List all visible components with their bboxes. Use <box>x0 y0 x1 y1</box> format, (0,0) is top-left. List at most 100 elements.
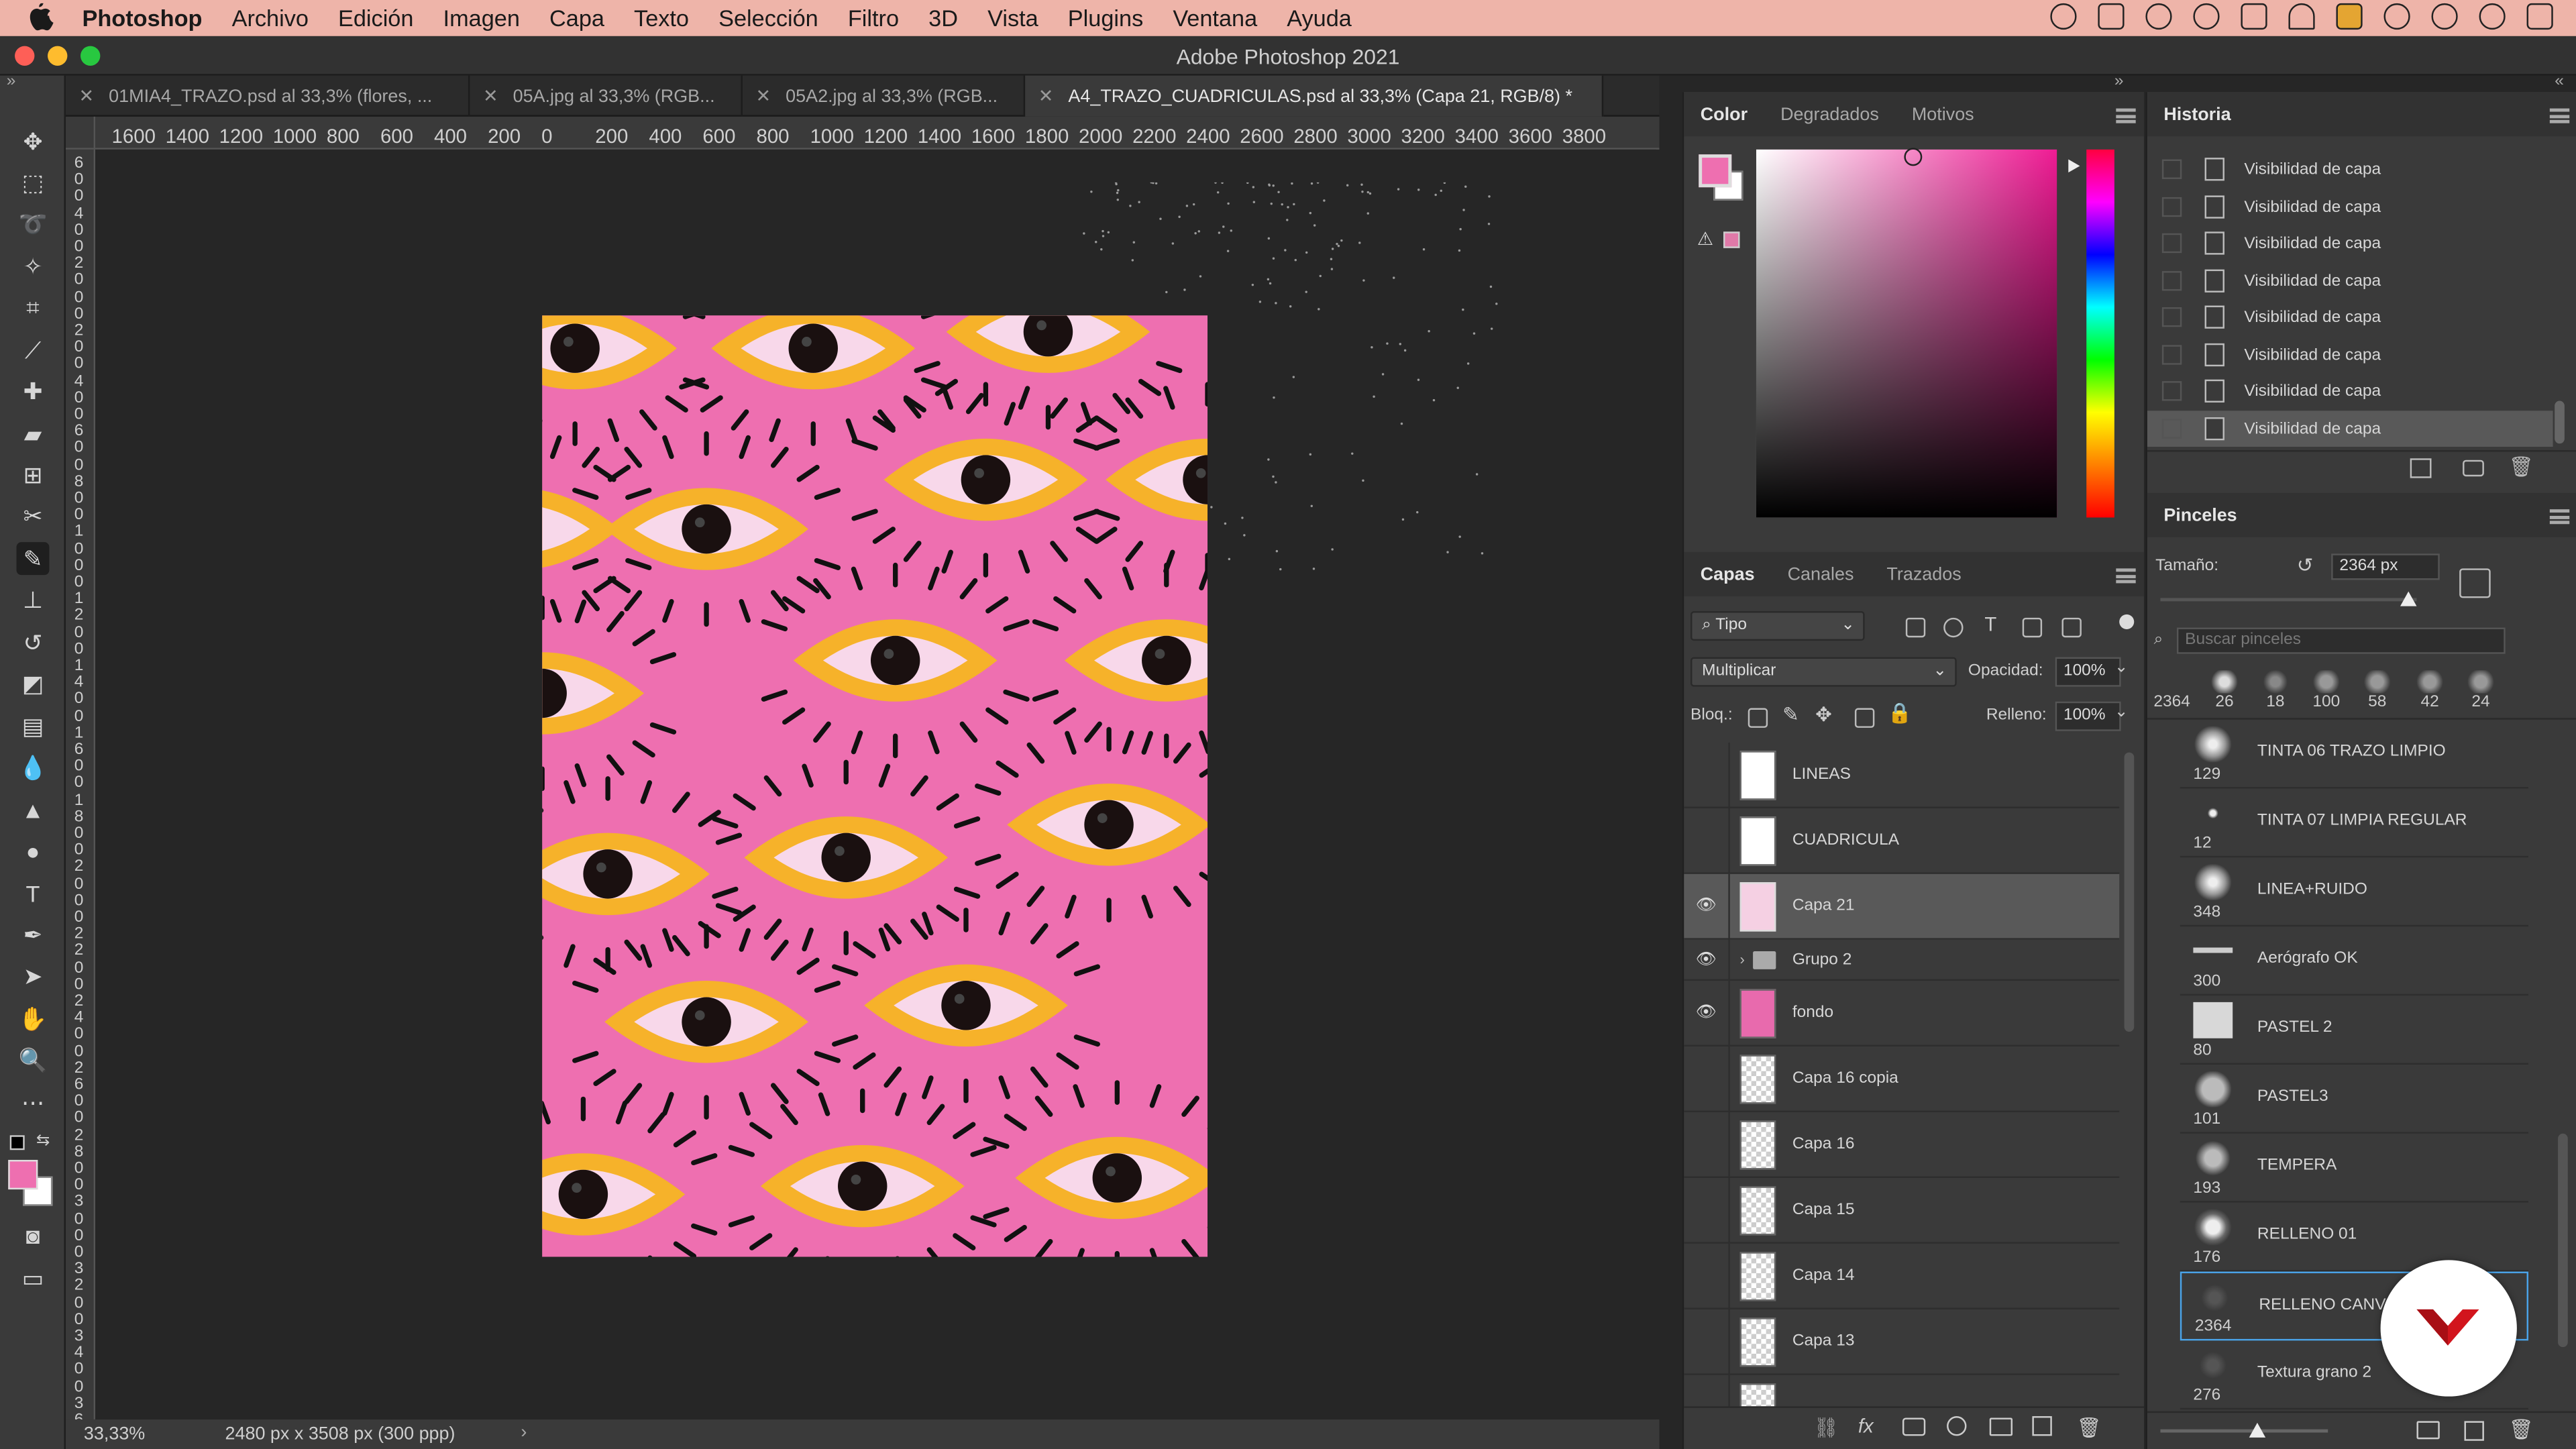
brush-row[interactable]: 129 TINTA 06 TRAZO LIMPIO <box>2180 720 2529 789</box>
lock-pixels-icon[interactable]: ✎ <box>1782 703 1799 726</box>
brush-size-input[interactable]: 2364 px <box>2331 553 2440 580</box>
add-mask-icon[interactable] <box>1902 1417 1926 1436</box>
brush-alt-tool-icon[interactable]: ▰ <box>16 417 49 450</box>
tab-pinceles[interactable]: Pinceles <box>2147 505 2253 525</box>
foreground-color-swatch[interactable] <box>8 1159 38 1190</box>
eraser-tool-icon[interactable]: ◩ <box>16 667 49 700</box>
brush-size-slider-handle[interactable] <box>2400 591 2417 606</box>
canvas-area[interactable] <box>95 149 1656 1419</box>
layer-row-fondo[interactable]: 👁 fondo <box>1684 979 2120 1047</box>
tab-05a[interactable]: ✕ 05A.jpg al 33,3% (RGB... <box>470 75 743 117</box>
menu-edicion[interactable]: Edición <box>338 5 413 31</box>
flag-icon[interactable] <box>2336 3 2363 30</box>
history-source-checkbox[interactable] <box>2161 233 2182 254</box>
path-selection-tool-icon[interactable]: ➤ <box>16 959 49 992</box>
brush-search-input[interactable]: Buscar pinceles <box>2176 627 2506 654</box>
layer-visibility-toggle[interactable] <box>1684 1177 1730 1243</box>
history-source-checkbox[interactable] <box>2161 271 2182 291</box>
history-item[interactable]: Visibilidad de capa <box>2147 373 2553 409</box>
history-item[interactable]: Visibilidad de capa <box>2147 337 2553 373</box>
apple-icon[interactable] <box>30 2 59 33</box>
menu-seleccion[interactable]: Selección <box>718 5 818 31</box>
stamp-tool-icon[interactable]: ⊥ <box>16 583 49 616</box>
layer-row-grupo-2[interactable]: 👁 › Grupo 2 <box>1684 938 2120 981</box>
brush-row[interactable]: 80 PASTEL 2 <box>2180 996 2529 1065</box>
delete-state-icon[interactable]: 🗑 <box>2509 455 2534 478</box>
screen-mode-icon[interactable]: ▭ <box>16 1262 49 1295</box>
new-group-icon[interactable] <box>1989 1417 2013 1436</box>
history-source-checkbox[interactable] <box>2161 419 2182 439</box>
layer-name[interactable]: Capa 15 <box>1792 1201 1855 1219</box>
tab-degradados[interactable]: Degradados <box>1764 105 1896 124</box>
filter-type-icon[interactable]: T <box>1984 612 1996 635</box>
layer-visibility-toggle[interactable] <box>1684 1045 1730 1112</box>
tab-historia[interactable]: Historia <box>2147 105 2247 124</box>
menu-3d[interactable]: 3D <box>928 5 958 31</box>
layer-visibility-toggle[interactable] <box>1684 1111 1730 1177</box>
tab-color[interactable]: Color <box>1684 105 1764 124</box>
layer-name[interactable]: CUADRICULA <box>1792 831 1899 849</box>
shield-icon[interactable] <box>2241 3 2267 30</box>
brush-row[interactable]: 101 PASTEL3 <box>2180 1065 2529 1134</box>
delete-brush-icon[interactable]: 🗑 <box>2509 1417 2534 1440</box>
default-colors-icon[interactable] <box>9 1135 25 1150</box>
layer-name[interactable]: Capa 21 <box>1792 897 1855 915</box>
layer-row-cuadricula[interactable]: CUADRICULA <box>1684 807 2120 874</box>
sync-icon[interactable] <box>2145 3 2172 30</box>
new-layer-icon[interactable] <box>2032 1416 2052 1436</box>
tab-canales[interactable]: Canales <box>1771 564 1870 584</box>
brush-preview-size-slider[interactable] <box>2160 1429 2328 1433</box>
spotify-icon[interactable] <box>2193 3 2220 30</box>
history-item[interactable]: Visibilidad de capa <box>2147 189 2553 225</box>
swap-colors-icon[interactable]: ⇆ <box>36 1132 50 1150</box>
blur-tool-icon[interactable]: 💧 <box>16 751 49 784</box>
status-arrow-icon[interactable]: › <box>521 1423 527 1442</box>
layer-row-capa-16-copia[interactable]: Capa 16 copia <box>1684 1045 2120 1112</box>
fill-input[interactable]: 100% <box>2055 701 2121 731</box>
close-tab-icon[interactable]: ✕ <box>1038 85 1054 107</box>
new-brush-group-icon[interactable] <box>2416 1421 2440 1440</box>
layer-row-capa-15[interactable]: Capa 15 <box>1684 1177 2120 1244</box>
history-source-checkbox[interactable] <box>2161 197 2182 217</box>
filter-adjustment-icon[interactable] <box>1943 617 1964 638</box>
layer-thumbnail[interactable] <box>1739 1119 1776 1169</box>
bluetooth-icon[interactable] <box>2383 3 2410 30</box>
layer-thumbnail[interactable] <box>1739 1185 1776 1235</box>
link-layers-icon[interactable]: ⛓ <box>1814 1416 1839 1439</box>
reset-size-icon[interactable]: ↺ <box>2297 553 2314 576</box>
menu-texto[interactable]: Texto <box>634 5 689 31</box>
new-document-from-state-icon[interactable] <box>2410 458 2432 478</box>
recent-brush[interactable]: 24 <box>2459 670 2502 711</box>
chevron-right-icon[interactable]: › <box>1739 951 1744 967</box>
collapse-panels-right-icon[interactable]: « <box>2555 72 2564 91</box>
pen-tool-icon[interactable]: ✒ <box>16 918 49 951</box>
brush-preview-size-handle[interactable] <box>2249 1422 2266 1438</box>
layer-row-capa-13[interactable]: Capa 13 <box>1684 1308 2120 1375</box>
zoom-level[interactable]: 33,33% <box>84 1424 145 1444</box>
control-center-icon[interactable] <box>2526 3 2553 30</box>
screen-icon[interactable] <box>2098 3 2125 30</box>
layer-name[interactable]: Grupo 2 <box>1792 951 1852 969</box>
marquee-tool-icon[interactable]: ⬚ <box>16 166 49 199</box>
zoom-tool-icon[interactable]: 🔍 <box>16 1043 49 1076</box>
brush-row[interactable]: 193 TEMPERA <box>2180 1134 2529 1203</box>
eye-icon[interactable]: 👁 <box>1684 938 1730 980</box>
layer-thumbnail[interactable] <box>1739 749 1776 800</box>
close-tab-icon[interactable]: ✕ <box>756 85 771 107</box>
hue-slider[interactable] <box>2086 149 2114 518</box>
history-item[interactable]: Visibilidad de capa <box>2147 299 2553 335</box>
close-tab-icon[interactable]: ✕ <box>79 85 95 107</box>
filter-smart-object-icon[interactable] <box>2061 617 2082 638</box>
menu-capa[interactable]: Capa <box>549 5 604 31</box>
lasso-tool-icon[interactable]: ➰ <box>16 207 49 240</box>
tab-a4-trazo-cuadriculas[interactable]: ✕ A4_TRAZO_CUADRICULAS.psd al 33,3% (Capa… <box>1025 75 1604 117</box>
eyedropper-tool-icon[interactable]: ⟋ <box>16 333 49 366</box>
adjustment-layer-icon[interactable] <box>1947 1416 1967 1436</box>
document-canvas[interactable] <box>542 315 1208 1257</box>
fx-icon[interactable]: fx <box>1858 1415 1874 1438</box>
eye-icon[interactable]: 👁 <box>1684 873 1730 939</box>
layer-row-capa-14[interactable]: Capa 14 <box>1684 1242 2120 1309</box>
collapse-panels-icon[interactable]: » <box>2114 72 2124 91</box>
brush-row[interactable]: 300 Aerógrafo OK <box>2180 926 2529 996</box>
color-picker-cursor[interactable] <box>1904 148 1923 166</box>
